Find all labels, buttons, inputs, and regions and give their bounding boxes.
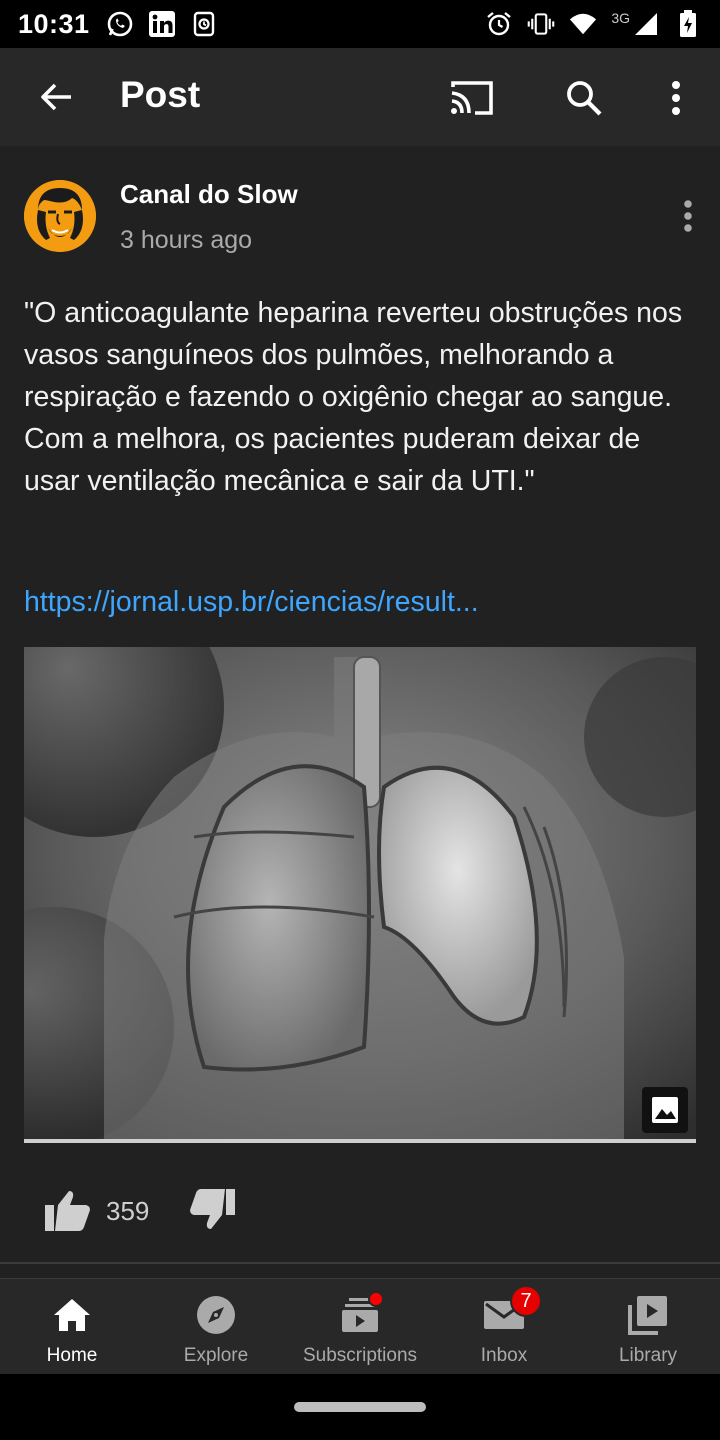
cast-button[interactable] [444,72,500,124]
nav-label-subscriptions: Subscriptions [302,1345,418,1366]
post-image[interactable] [24,647,696,1143]
vibrate-icon [527,10,555,38]
nav-library[interactable]: Library [576,1279,720,1374]
library-icon [626,1293,670,1337]
home-icon [50,1293,94,1337]
app-notification-icon [190,10,218,38]
image-icon [652,1097,678,1123]
page-title: Post [120,74,201,115]
post-timestamp: 3 hours ago [120,226,253,254]
bottom-navigation: Home Explore Subscriptions 7 Inbox Libra… [0,1278,720,1374]
home-gesture-handle[interactable] [294,1402,426,1412]
compass-icon [194,1293,238,1337]
lungs-illustration-icon [24,647,696,1139]
channel-name[interactable]: Canal do Slow [120,179,298,210]
like-button[interactable] [40,1182,96,1238]
post-actions: 359 [0,1180,720,1242]
whatsapp-icon [106,10,134,38]
cartoon-face-avatar-icon [24,180,96,252]
system-gesture-bar [0,1374,720,1440]
back-button[interactable] [30,70,84,124]
more-vertical-icon [672,81,680,115]
nav-subscriptions[interactable]: Subscriptions [288,1279,432,1374]
nav-label-library: Library [618,1345,678,1366]
new-content-dot [368,1291,384,1307]
nav-label-inbox: Inbox [480,1345,528,1366]
more-vertical-icon [684,200,692,232]
subscriptions-icon [338,1291,384,1337]
more-options-button[interactable] [652,70,700,126]
post-link[interactable]: https://jornal.usp.br/ciencias/result... [24,586,479,619]
thumbs-up-icon [45,1191,90,1231]
wifi-icon [569,10,597,38]
nav-inbox[interactable]: 7 Inbox [432,1279,576,1374]
image-indicator [642,1087,688,1133]
divider [0,1262,720,1264]
battery-icon [674,10,702,38]
post-options-button[interactable] [672,194,704,238]
alarm-icon [485,10,513,38]
nav-home[interactable]: Home [0,1279,144,1374]
app-bar: Post [0,48,720,146]
back-arrow-icon [41,83,71,111]
nav-label-explore: Explore [183,1345,249,1366]
nav-explore[interactable]: Explore [144,1279,288,1374]
mail-icon: 7 [482,1285,542,1337]
search-icon [567,81,602,116]
channel-avatar[interactable] [24,180,96,252]
inbox-badge-count: 7 [510,1285,542,1317]
dislike-button[interactable] [184,1182,240,1238]
status-time: 10:31 [18,8,90,39]
thumbs-down-icon [190,1189,235,1229]
nav-label-home: Home [46,1345,98,1366]
linkedin-icon [148,10,176,38]
search-button[interactable] [556,70,612,126]
network-type-label: 3G [611,10,630,26]
post-body-text: "O anticoagulante heparina reverteu obst… [24,297,683,497]
cellular-icon [632,10,660,38]
cast-icon [451,81,493,115]
like-count: 359 [106,1196,150,1226]
status-bar: 10:31 3G [0,0,720,48]
